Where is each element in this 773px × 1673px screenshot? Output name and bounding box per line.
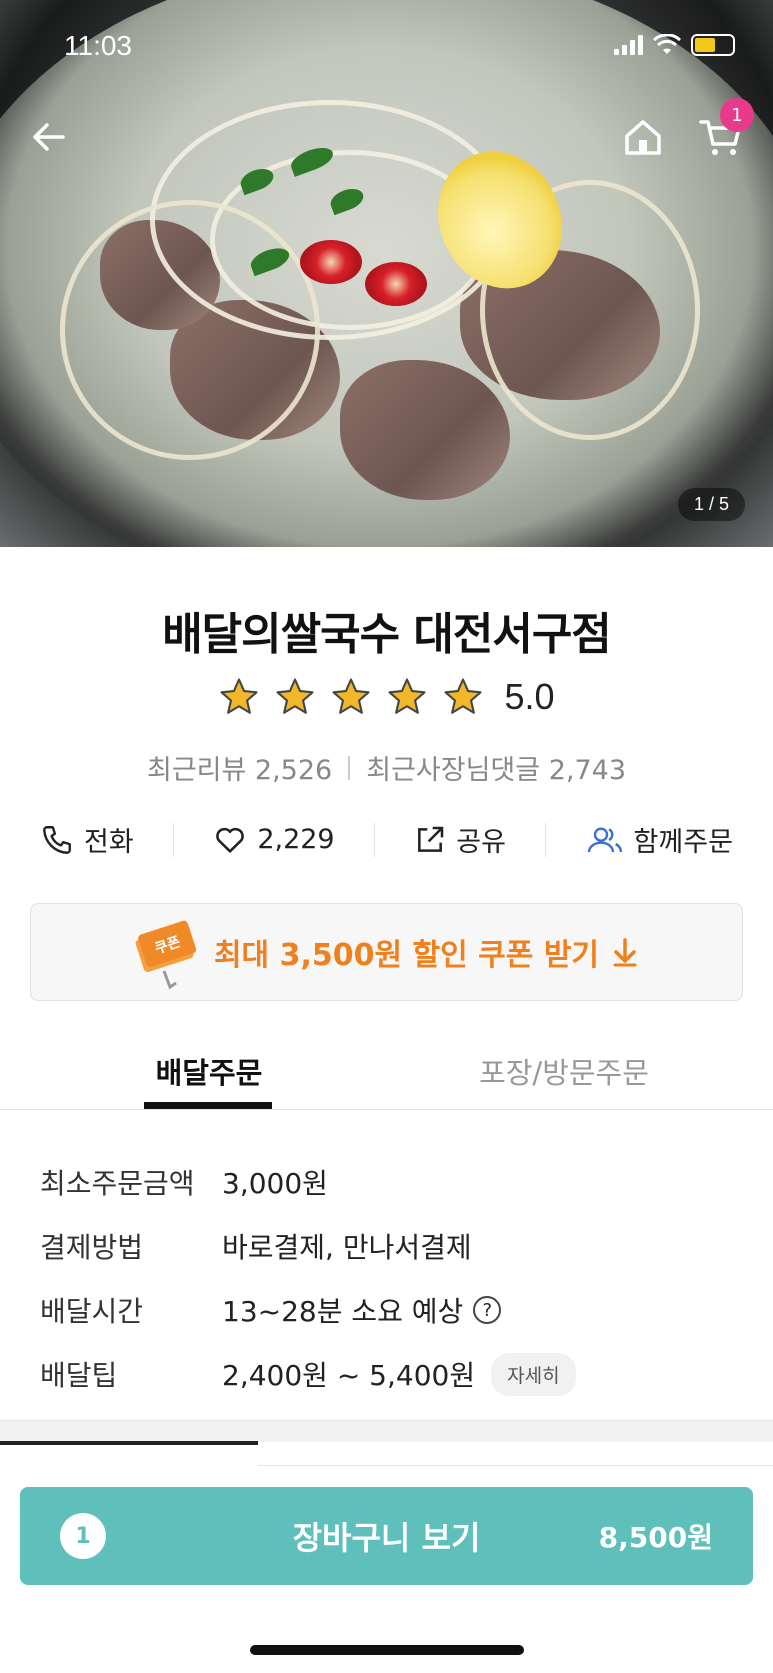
rating-value: 5.0 [504,676,555,717]
favorite-count: 2,229 [257,824,335,855]
owner-replies[interactable]: 최근사장님댓글 2,743 [366,748,626,787]
star-icon [220,678,259,714]
rating-row: 5.0 [0,676,773,718]
arrow-left-icon [33,123,65,151]
view-cart-button[interactable]: 1 장바구니 보기 8,500원 [20,1487,753,1585]
info-row-payment: 결제방법 바로결제, 만나서결제 [40,1214,576,1278]
cart-button[interactable]: 1 [696,98,754,162]
download-arrow-icon [613,938,637,967]
delivery-info: 최소주문금액 3,000원 결제방법 바로결제, 만나서결제 배달시간 13~2… [40,1150,576,1406]
tab-active-indicator [144,1102,272,1109]
cart-badge: 1 [720,98,754,132]
info-label: 배달시간 [40,1295,144,1328]
phone-icon [43,825,71,854]
info-row-min-order: 최소주문금액 3,000원 [40,1150,576,1214]
order-type-tabs: 배달주문 포장/방문주문 [0,1040,773,1110]
bean-sprouts [60,200,320,460]
tab-pickup[interactable]: 포장/방문주문 [476,1050,652,1092]
menu-tab-baseline [258,1465,773,1466]
home-indicator[interactable] [250,1645,524,1655]
chili-slice [365,262,427,306]
divider [373,822,375,857]
info-label: 배달팁 [40,1359,118,1392]
share-icon [418,826,444,852]
group-order-icon [587,826,622,852]
action-bar: 전화 2,229 공유 함께주문 [40,820,733,859]
question-icon[interactable]: ? [473,1296,502,1324]
review-summary[interactable]: 최근리뷰 2,526 최근사장님댓글 2,743 [0,748,773,787]
signal-icon [614,35,643,55]
status-icons [614,34,735,56]
info-label: 최소주문금액 [40,1167,195,1200]
star-icon [276,678,315,714]
group-order-button[interactable]: 함께주문 [586,820,733,859]
hero-image[interactable]: 11:03 1 1 / 5 [0,0,773,547]
info-value-wrap: 2,400원 ~ 5,400원 자세히 [222,1352,576,1396]
wifi-icon [653,34,681,54]
home-icon [625,120,661,155]
info-value: 3,000원 [222,1167,328,1200]
menu-tab-indicator [0,1441,258,1445]
image-counter: 1 / 5 [677,488,745,521]
star-icon [444,678,483,714]
info-value-wrap: 13~28분 소요 예상 ? [222,1290,502,1330]
info-value: 2,400원 ~ 5,400원 [222,1359,476,1392]
heart-icon [216,827,245,853]
coupon-banner[interactable]: 쿠폰 최대 3,500원 할인 쿠폰 받기 [30,903,743,1001]
share-button[interactable]: 공유 [414,820,506,859]
status-time: 11:03 [64,30,132,61]
recent-reviews[interactable]: 최근리뷰 2,526 [147,748,332,787]
info-row-delivery-time: 배달시간 13~28분 소요 예상 ? [40,1278,576,1342]
details-chip[interactable]: 자세히 [491,1352,576,1396]
info-value: 13~28분 소요 예상 [222,1295,464,1328]
group-order-label: 함께주문 [633,827,733,858]
divider [545,822,547,857]
back-button[interactable] [24,112,74,162]
coupon-icon: 쿠폰 [135,920,197,990]
info-value: 바로결제, 만나서결제 [222,1231,472,1264]
favorite-button[interactable]: 2,229 [213,823,335,857]
star-icon [332,678,371,714]
info-row-delivery-tip: 배달팁 2,400원 ~ 5,400원 자세히 [40,1342,576,1406]
coupon-text: 최대 3,500원 할인 쿠폰 받기 [213,938,600,973]
divider [348,755,351,780]
info-label: 결제방법 [40,1231,144,1264]
chili-slice [300,240,362,284]
store-name: 배달의쌀국수 대전서구점 [162,609,612,660]
share-label: 공유 [456,827,506,858]
star-icon [388,678,427,714]
home-button[interactable] [618,112,668,162]
cart-total-price: 8,500원 [598,1521,713,1554]
battery-icon [691,34,735,56]
divider [173,822,174,857]
section-divider [0,1420,773,1442]
call-label: 전화 [84,827,134,858]
tab-delivery[interactable]: 배달주문 [146,1050,272,1092]
call-button[interactable]: 전화 [40,820,134,859]
